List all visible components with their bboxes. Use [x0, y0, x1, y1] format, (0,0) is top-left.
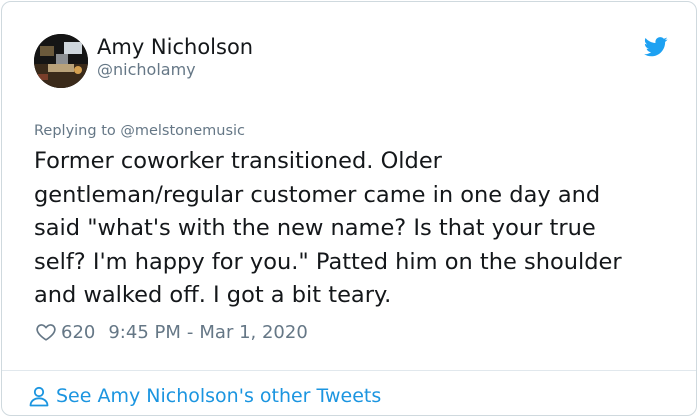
- twitter-bird-icon[interactable]: [644, 37, 668, 57]
- author-handle[interactable]: @nicholamy: [97, 60, 196, 80]
- replying-to: Replying to @melstonemusic: [34, 121, 245, 141]
- author-name[interactable]: Amy Nicholson: [97, 34, 253, 60]
- divider: [2, 370, 696, 371]
- user-icon: [29, 386, 49, 407]
- see-other-tweets-label[interactable]: See Amy Nicholson's other Tweets: [56, 385, 381, 407]
- tweet-text: Former coworker transitioned. Older gent…: [34, 148, 622, 308]
- tweet-date[interactable]: Mar 1, 2020: [199, 322, 307, 343]
- replying-to-handle[interactable]: @melstonemusic: [120, 123, 245, 139]
- time-date-separator: -: [186, 321, 194, 343]
- avatar-image: [34, 34, 88, 88]
- tweet-time[interactable]: 9:45 PM: [108, 322, 181, 343]
- tweet-card: Amy Nicholson @nicholamy Replying to @me…: [1, 1, 697, 416]
- replying-to-prefix: Replying to: [34, 123, 116, 139]
- heart-icon[interactable]: [35, 321, 57, 343]
- see-other-tweets-link[interactable]: See Amy Nicholson's other Tweets: [27, 383, 381, 409]
- like-count[interactable]: 620: [61, 322, 95, 343]
- tweet-meta: 620 9:45 PM - Mar 1, 2020: [35, 320, 308, 344]
- avatar[interactable]: [34, 34, 88, 88]
